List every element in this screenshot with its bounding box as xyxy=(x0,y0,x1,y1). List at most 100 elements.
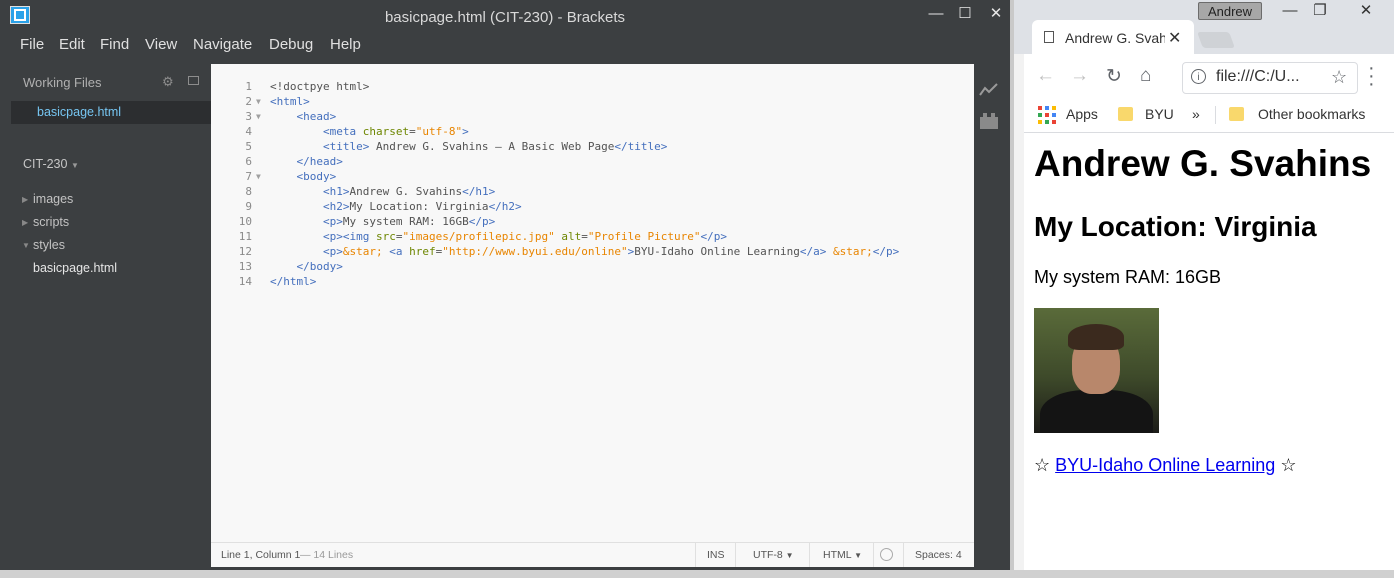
info-icon[interactable]: i xyxy=(1191,69,1206,84)
code-line-14: </html> xyxy=(270,275,317,288)
working-file-item[interactable]: basicpage.html xyxy=(11,101,211,124)
bookmarks-bar: Apps BYU » Other bookmarks xyxy=(1024,98,1394,133)
page-icon xyxy=(1044,31,1054,43)
fold-arrow-icon[interactable]: ▼ xyxy=(256,172,261,181)
menu-navigate[interactable]: Navigate xyxy=(193,36,252,53)
indent-setting[interactable]: Spaces: 4 xyxy=(915,549,962,561)
code-line-12: <p>&star; <a href="http://www.byui.edu/o… xyxy=(322,245,900,258)
code-line-9: <h2>My Location: Virginia</h2> xyxy=(322,200,522,213)
split-view-icon[interactable] xyxy=(188,76,199,85)
code-line-13: </body> xyxy=(296,260,343,273)
bookmark-apps[interactable]: Apps xyxy=(1066,106,1098,122)
fold-arrow-icon[interactable]: ▼ xyxy=(256,112,261,121)
back-icon[interactable]: ← xyxy=(1036,65,1055,87)
close-button[interactable]: ✕ xyxy=(984,4,1008,24)
line-number: 14 xyxy=(238,275,252,288)
browser-tab[interactable]: Andrew G. Svahins – A Basic Web Page ✕ xyxy=(1032,20,1194,54)
line-number: 13 xyxy=(238,260,252,273)
folder-icon xyxy=(1118,107,1133,121)
profile-picture xyxy=(1034,308,1159,433)
code-line-1: <!doctpye html> xyxy=(270,80,370,93)
line-number: 1 xyxy=(245,80,252,93)
line-count: — 14 Lines xyxy=(300,549,354,561)
line-number: 2 xyxy=(245,95,252,108)
working-files-header: Working Files xyxy=(23,75,102,90)
line-number: 5 xyxy=(245,140,252,153)
close-tab-icon[interactable]: ✕ xyxy=(1168,28,1181,48)
tree-folder-images[interactable]: ▶ images xyxy=(22,192,73,206)
code-line-11: <p><img src="images/profilepic.jpg" alt=… xyxy=(322,230,728,243)
apps-icon xyxy=(1038,106,1056,124)
gear-icon[interactable]: ⚙ xyxy=(162,74,174,90)
reload-icon[interactable]: ↻ xyxy=(1106,65,1122,88)
byui-link[interactable]: BYU-Idaho Online Learning xyxy=(1055,455,1275,475)
maximize-button[interactable]: ☐ xyxy=(953,4,977,24)
insert-mode[interactable]: INS xyxy=(707,549,725,561)
page-heading: Andrew G. Svahins xyxy=(1034,143,1372,184)
language-select[interactable]: HTML ▼ xyxy=(823,549,862,561)
restore-button[interactable]: ❐ xyxy=(1300,0,1340,22)
window-title: basicpage.html (CIT-230) - Brackets xyxy=(384,9,626,26)
tree-file-basicpage[interactable]: basicpage.html xyxy=(33,261,117,275)
new-tab-button[interactable] xyxy=(1197,32,1235,48)
line-number: 7 xyxy=(245,170,252,183)
line-number: 12 xyxy=(238,245,252,258)
forward-icon[interactable]: → xyxy=(1070,65,1089,87)
code-line-10: <p>My system RAM: 16GB</p> xyxy=(322,215,496,228)
code-line-8: <h1>Andrew G. Svahins</h1> xyxy=(322,185,496,198)
right-toolbar xyxy=(974,64,1004,570)
tree-folder-scripts[interactable]: ▶ scripts xyxy=(22,215,70,229)
working-file-label: basicpage.html xyxy=(37,105,122,119)
menu-help[interactable]: Help xyxy=(330,36,361,53)
navigation-bar: ← → ↻ ⌂ i file:///C:/U... ☆ · · · xyxy=(1024,54,1394,98)
tab-title: Andrew G. Svahins – A Basic Web Page xyxy=(1065,30,1165,46)
project-name: CIT-230 xyxy=(23,157,68,171)
line-number: 9 xyxy=(245,200,252,213)
menu-icon[interactable]: · · · xyxy=(1368,58,1375,94)
fold-arrow-icon[interactable]: ▼ xyxy=(256,97,261,106)
sidebar: Working Files ⚙ basicpage.html CIT-230 ▼… xyxy=(11,64,211,570)
menu-view[interactable]: View xyxy=(145,36,177,53)
divider xyxy=(1215,106,1216,124)
close-button[interactable]: ✕ xyxy=(1346,0,1386,22)
menu-debug[interactable]: Debug xyxy=(269,36,313,53)
bookmark-other[interactable]: Other bookmarks xyxy=(1258,106,1365,122)
encoding-select[interactable]: UTF-8 ▼ xyxy=(753,549,794,561)
bookmark-byu[interactable]: BYU xyxy=(1145,106,1174,122)
live-preview-icon[interactable] xyxy=(979,82,999,98)
code-line-4: <meta charset="utf-8"> xyxy=(322,125,469,138)
line-number: 6 xyxy=(245,155,252,168)
project-dropdown[interactable]: CIT-230 ▼ xyxy=(23,157,79,171)
browser-window: Andrew — ❐ ✕ Andrew G. Svahins – A Basic… xyxy=(1014,0,1394,578)
bookmarks-overflow[interactable]: » xyxy=(1192,106,1200,122)
chevron-right-icon: ▶ xyxy=(22,218,29,227)
home-icon[interactable]: ⌂ xyxy=(1140,65,1151,87)
bookmark-star-icon[interactable]: ☆ xyxy=(1331,67,1347,88)
divider xyxy=(809,543,810,567)
profile-button[interactable]: Andrew xyxy=(1198,2,1262,20)
line-number: 10 xyxy=(238,215,252,228)
page-subheading: My Location: Virginia xyxy=(1034,211,1317,242)
chevron-down-icon: ▼ xyxy=(70,161,79,170)
tree-label: basicpage.html xyxy=(33,261,118,275)
line-number: 8 xyxy=(245,185,252,198)
web-page-content: Andrew G. Svahins My Location: Virginia … xyxy=(1024,133,1394,570)
menu-edit[interactable]: Edit xyxy=(59,36,85,53)
menu-find[interactable]: Find xyxy=(100,36,129,53)
minimize-button[interactable]: — xyxy=(924,4,948,24)
cursor-position[interactable]: Line 1, Column 1 xyxy=(221,549,300,561)
tree-folder-styles[interactable]: ▼ styles xyxy=(22,238,65,252)
code-editor[interactable]: 1 2 3 4 5 6 7 8 9 10 11 12 13 14 ▼ ▼ ▼ <… xyxy=(211,64,974,542)
extension-manager-icon[interactable] xyxy=(979,112,999,130)
status-bar: Line 1, Column 1 — 14 Lines INS UTF-8 ▼ … xyxy=(211,542,974,567)
linter-status-icon[interactable] xyxy=(880,548,893,561)
address-bar[interactable]: i file:///C:/U... ☆ xyxy=(1182,62,1358,94)
chevron-right-icon: ▶ xyxy=(22,195,29,204)
chevron-down-icon: ▼ xyxy=(854,551,863,560)
code-line-6: </head> xyxy=(296,155,343,168)
chevron-down-icon: ▼ xyxy=(22,241,30,250)
code-line-3: <head> xyxy=(296,110,337,123)
menu-file[interactable]: File xyxy=(20,36,44,53)
code-line-2: <html> xyxy=(270,95,310,108)
tree-label: scripts xyxy=(33,215,70,229)
